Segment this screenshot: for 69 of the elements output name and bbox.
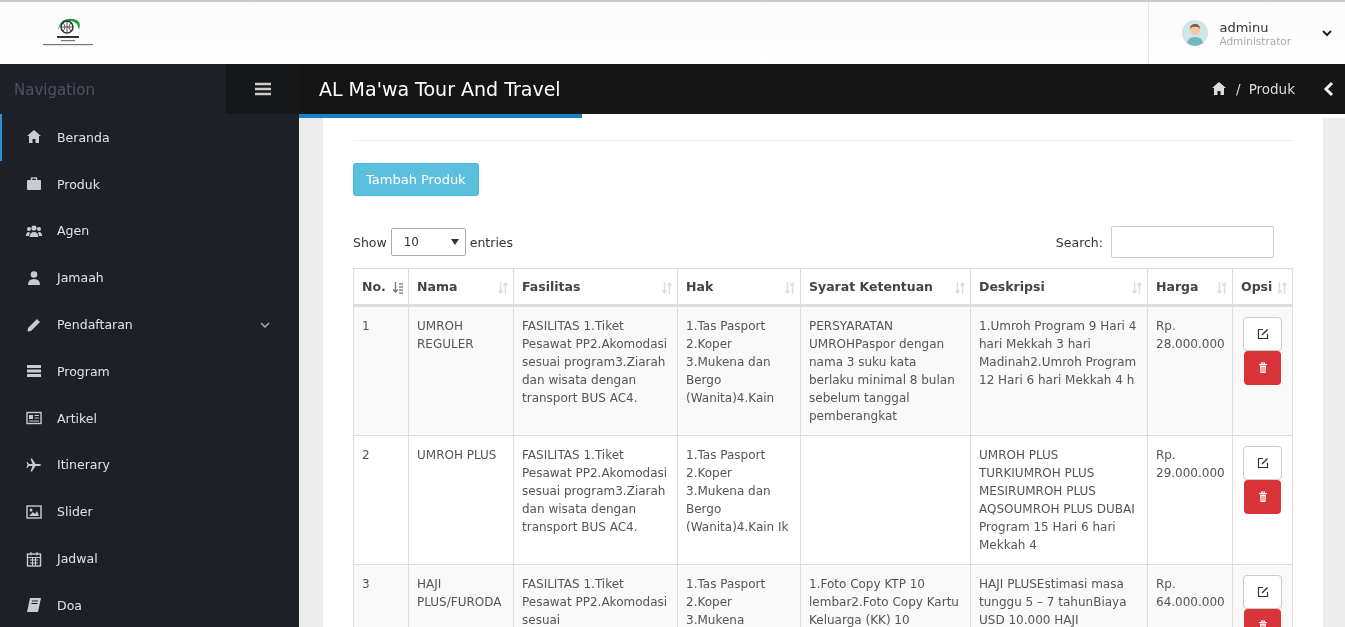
table-cell: UMROH PLUS bbox=[408, 435, 514, 565]
user-icon bbox=[26, 269, 42, 286]
menu-toggle-button[interactable] bbox=[226, 64, 299, 114]
table-cell: 3 bbox=[353, 564, 409, 627]
image-icon bbox=[26, 503, 42, 520]
menu-icon bbox=[254, 82, 271, 96]
entries-label: entries bbox=[469, 234, 514, 250]
table-cell: HAJI PLUS/FURODA bbox=[408, 564, 514, 627]
edit-button[interactable] bbox=[1243, 446, 1282, 480]
sidebar-item[interactable]: Itinerary bbox=[0, 441, 299, 489]
plane-icon bbox=[26, 456, 42, 473]
table-cell: FASILITAS 1.Tiket Pesawat PP2.Akomodasi sesuai bbox=[513, 564, 678, 627]
briefcase-icon bbox=[26, 176, 42, 193]
book-icon bbox=[26, 597, 42, 614]
delete-button[interactable] bbox=[1244, 351, 1281, 385]
home-icon bbox=[26, 129, 42, 146]
sidebar-item[interactable]: Beranda bbox=[0, 114, 299, 161]
breadcrumb-item: Produk bbox=[1248, 81, 1295, 97]
table-cell: FASILITAS 1.Tiket Pesawat PP2.Akomodasi sesuai program3.Ziarah dan wisata dengan transport BUS AC4. bbox=[513, 305, 678, 436]
table-cell: PERSYARATAN UMROHPaspor dengan nama 3 suku kata berlaku minimal 8 bulan sebelum tanggal pemberangkat bbox=[800, 305, 971, 436]
newspaper-icon bbox=[26, 410, 42, 427]
sidebar-item[interactable]: Produk bbox=[0, 160, 299, 208]
table-cell: 1.Umroh Program 9 Hari 4 hari Mekkah 3 hari Madinah2.Umroh Program 12 Hari 6 hari Mekkah 4 h bbox=[970, 305, 1148, 436]
table-cell: FASILITAS 1.Tiket Pesawat PP2.Akomodasi sesuai program3.Ziarah dan wisata dengan transport BUS AC4. bbox=[513, 435, 678, 565]
table-cell: Rp. 29.000.000 bbox=[1147, 435, 1233, 565]
table-cell: UMROH REGULER bbox=[408, 305, 514, 436]
chevron-down-icon[interactable] bbox=[1321, 27, 1333, 39]
table-cell: HAJI PLUSEstimasi masa tunggu 5 – 7 tahunBiaya USD 10.000 HAJI bbox=[970, 564, 1148, 627]
edit-button[interactable] bbox=[1243, 575, 1282, 609]
chevron-left-icon[interactable] bbox=[1323, 81, 1335, 97]
list-icon bbox=[26, 363, 42, 380]
search-label: Search: bbox=[1055, 234, 1103, 250]
sidebar-item[interactable]: Artikel bbox=[0, 394, 299, 442]
users-icon bbox=[26, 223, 42, 239]
user-role: Administrator bbox=[1219, 34, 1291, 47]
delete-button[interactable] bbox=[1244, 480, 1281, 514]
table-cell: 1.Tas Pasport 2.Koper 3.Mukena dan Bergo (Wanita)4.Kain bbox=[677, 305, 801, 436]
table-cell: 1.Tas Pasport 2.Koper 3.Mukena dan Bergo (Wanita)4.Kain Ik bbox=[677, 435, 801, 565]
table-cell: UMROH PLUS TURKIUMROH PLUS MESIRUMROH PLUS AQSOUMROH PLUS DUBAI Program 15 Hari 6 hari Mekkah 4 bbox=[970, 435, 1148, 565]
sidebar-item[interactable]: Slider bbox=[0, 488, 299, 536]
table-cell: 1.Tas Pasport 2.Koper 3.Mukena bbox=[677, 564, 801, 627]
edit-icon bbox=[1256, 457, 1269, 469]
table-cell: 1.Foto Copy KTP 10 lembar2.Foto Copy Kartu Keluarga (KK) 10 bbox=[800, 564, 971, 627]
sort-ascending-icon[interactable] bbox=[393, 282, 403, 294]
edit-icon bbox=[1256, 586, 1269, 598]
breadcrumb-separator: / bbox=[1236, 81, 1241, 97]
table-cell: Rp. 64.000.000 bbox=[1147, 564, 1233, 627]
user-name[interactable]: adminu bbox=[1219, 19, 1291, 35]
sidebar-item[interactable]: Agen bbox=[0, 207, 299, 255]
table-cell: 1 bbox=[353, 305, 409, 436]
page-title: AL Ma'wa Tour And Travel bbox=[318, 78, 561, 100]
show-label: Show bbox=[353, 234, 387, 250]
sidebar-item[interactable]: Pendaftaran bbox=[0, 301, 299, 348]
table-cell: Rp. 28.000.000 bbox=[1147, 305, 1233, 436]
table-cell: 2 bbox=[353, 435, 409, 565]
trash-icon bbox=[1256, 362, 1269, 374]
avatar-icon[interactable] bbox=[1181, 19, 1210, 47]
sidebar-item[interactable]: Jadwal bbox=[0, 535, 299, 582]
edit-icon bbox=[1256, 328, 1269, 340]
entries-select[interactable]: 10 bbox=[390, 228, 466, 256]
sidebar-item[interactable]: Program bbox=[0, 348, 299, 395]
calendar-icon bbox=[26, 550, 42, 567]
edit-button[interactable] bbox=[1243, 317, 1282, 351]
pencil-icon bbox=[26, 316, 42, 333]
sidebar-item[interactable]: Jamaah bbox=[0, 254, 299, 302]
caret-icon bbox=[450, 239, 459, 245]
sidebar-item[interactable]: Doa bbox=[0, 581, 299, 627]
search-field[interactable] bbox=[1111, 226, 1274, 258]
trash-icon bbox=[1256, 491, 1269, 503]
